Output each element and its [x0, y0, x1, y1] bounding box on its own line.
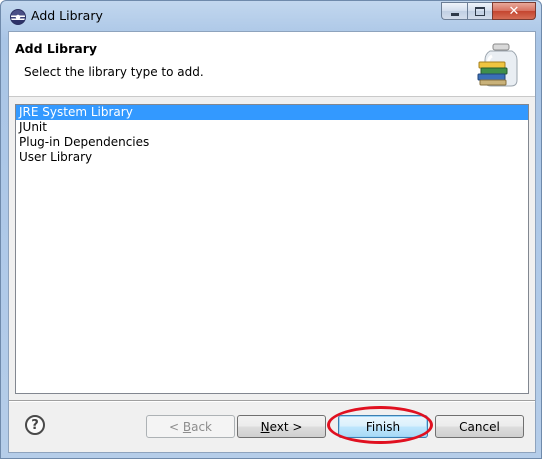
list-item-junit[interactable]: JUnit — [16, 120, 528, 135]
button-bar-separator — [9, 400, 535, 402]
page-title: Add Library — [15, 41, 98, 56]
minimize-button[interactable] — [441, 2, 467, 20]
page-description: Select the library type to add. — [24, 65, 204, 79]
eclipse-icon — [10, 9, 26, 25]
back-button[interactable]: < Back — [146, 415, 235, 438]
maximize-icon — [475, 6, 485, 16]
close-icon: ✕ — [508, 3, 520, 19]
next-button-label: ext > — [269, 419, 303, 434]
close-button[interactable]: ✕ — [492, 2, 536, 20]
maximize-button[interactable] — [467, 2, 492, 20]
list-item-user-library[interactable]: User Library — [16, 150, 528, 165]
title-bar[interactable]: Add Library ✕ — [1, 1, 541, 31]
help-button[interactable]: ? — [25, 415, 45, 435]
library-type-list[interactable]: JRE System Library JUnit Plug-in Depende… — [15, 104, 529, 394]
dialog-content: Add Library Select the library type to a… — [8, 31, 536, 453]
list-item-jre-system-library[interactable]: JRE System Library — [16, 105, 528, 120]
help-icon: ? — [31, 417, 39, 433]
window-controls: ✕ — [441, 2, 536, 22]
list-item-plug-in-dependencies[interactable]: Plug-in Dependencies — [16, 135, 528, 150]
wizard-header: Add Library Select the library type to a… — [9, 32, 535, 97]
next-button[interactable]: Next > — [237, 415, 326, 438]
library-jar-icon — [477, 43, 518, 87]
finish-button[interactable]: Finish — [338, 415, 428, 438]
next-button-mnemonic: N — [260, 419, 270, 434]
back-button-prefix: < — [168, 419, 183, 434]
minimize-icon — [450, 12, 459, 16]
cancel-button[interactable]: Cancel — [435, 415, 524, 438]
back-button-mnemonic: B — [182, 419, 192, 434]
window-title: Add Library — [31, 8, 103, 23]
add-library-dialog: Add Library ✕ Add Library Select the lib… — [0, 0, 542, 459]
back-button-label: ack — [191, 419, 212, 434]
